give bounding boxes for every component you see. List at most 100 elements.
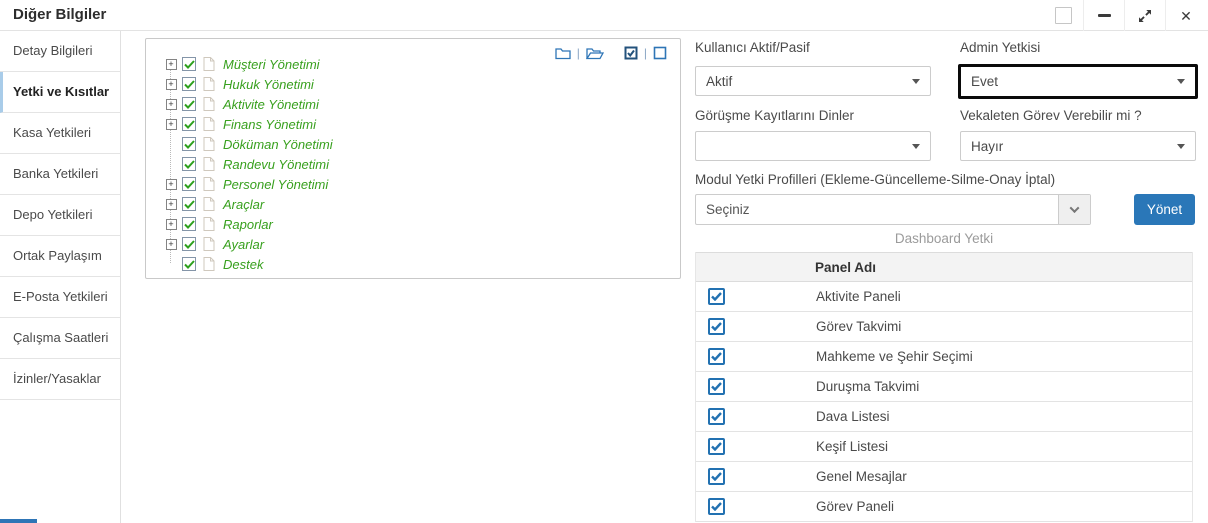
select-admin-yetkisi[interactable]: Evet (958, 64, 1198, 99)
tree-checkbox-checked[interactable] (182, 117, 196, 131)
tree-item-raporlar[interactable]: + Raporlar (160, 214, 333, 234)
dashboard-table-body: Aktivite Paneli Görev Takvimi Mahkeme ve… (696, 282, 1192, 522)
tree-item-musteri-yonetimi[interactable]: + Müşteri Yönetimi (160, 54, 333, 74)
maximize-button[interactable] (1125, 0, 1165, 31)
page-title: Diğer Bilgiler (13, 6, 107, 23)
tree-checkbox-checked[interactable] (182, 197, 196, 211)
expand-plus-icon[interactable]: + (165, 178, 177, 190)
chevron-down-icon (1069, 203, 1080, 214)
divider: | (576, 46, 580, 60)
uncheck-all-icon[interactable] (653, 46, 667, 60)
panel-checkbox-checked[interactable] (708, 378, 725, 395)
table-row-gorev-paneli: Görev Paneli (696, 492, 1192, 522)
label-admin-yetkisi: Admin Yetkisi (960, 40, 1041, 55)
bottom-left-accent (0, 519, 37, 523)
tree-checkbox-checked[interactable] (182, 217, 196, 231)
tree-item-araclar[interactable]: + Araçlar (160, 194, 333, 214)
table-row-aktivite-paneli: Aktivite Paneli (696, 282, 1192, 312)
tree-checkbox-checked[interactable] (182, 137, 196, 151)
sidebar-item-yetki-ve-kisitlar[interactable]: Yetki ve Kısıtlar (0, 72, 120, 113)
close-button[interactable]: ✕ (1166, 0, 1206, 31)
panel-checkbox-checked[interactable] (708, 348, 725, 365)
sidebar-item-e-posta-yetkileri[interactable]: E-Posta Yetkileri (0, 277, 120, 318)
table-row-gorev-takvimi: Görev Takvimi (696, 312, 1192, 342)
panel-checkbox-checked[interactable] (708, 408, 725, 425)
tree-item-personel-yonetimi[interactable]: + Personel Yönetimi (160, 174, 333, 194)
sidebar-item-calisma-saatleri[interactable]: Çalışma Saatleri (0, 318, 120, 359)
table-row-dava-listesi: Dava Listesi (696, 402, 1192, 432)
expand-plus-icon[interactable]: + (165, 78, 177, 90)
popout-button[interactable] (1043, 0, 1083, 31)
tree-checkbox-checked[interactable] (182, 77, 196, 91)
minimize-icon (1097, 14, 1111, 17)
panel-checkbox-checked[interactable] (708, 468, 725, 485)
check-all-icon[interactable] (624, 46, 638, 60)
folder-open-icon[interactable] (585, 46, 604, 60)
permission-tree-panel: | | + Müşteri Yönetimi + Hukuk Yönetimi … (145, 38, 681, 279)
tree-item-randevu-yonetimi[interactable]: Randevu Yönetimi (160, 154, 333, 174)
panel-checkbox-checked[interactable] (708, 498, 725, 515)
tree-item-dokuman-yonetimi[interactable]: Döküman Yönetimi (160, 134, 333, 154)
tree-item-aktivite-yonetimi[interactable]: + Aktivite Yönetimi (160, 94, 333, 114)
sidebar-item-kasa-yetkileri[interactable]: Kasa Yetkileri (0, 113, 120, 154)
tree-item-hukuk-yonetimi[interactable]: + Hukuk Yönetimi (160, 74, 333, 94)
table-row-durusma-takvimi: Duruşma Takvimi (696, 372, 1192, 402)
label-modul-yetki-profilleri: Modul Yetki Profilleri (Ekleme-Güncellem… (695, 172, 1056, 187)
label-gorusme-kayitlarini-dinler: Görüşme Kayıtlarını Dinler (695, 108, 855, 123)
tree-checkbox-checked[interactable] (182, 257, 196, 271)
dropdown-caret-icon (1177, 79, 1185, 84)
select2-caret-button[interactable] (1058, 195, 1090, 224)
yonet-button[interactable]: Yönet (1134, 194, 1195, 225)
select-kullanici-aktif-pasif[interactable]: Aktif (695, 66, 931, 96)
dashboard-yetki-title: Dashboard Yetki (894, 231, 994, 246)
tree-item-destek[interactable]: Destek (160, 254, 333, 274)
page-icon (203, 197, 215, 211)
page-icon (203, 157, 215, 171)
select-gorusme-kayitlarini-dinler[interactable] (695, 131, 931, 161)
select-placeholder: Seçiniz (706, 202, 750, 217)
expand-plus-icon[interactable]: + (165, 218, 177, 230)
sidebar-item-banka-yetkileri[interactable]: Banka Yetkileri (0, 154, 120, 195)
tree-checkbox-checked[interactable] (182, 97, 196, 111)
sidebar-item-detay-bilgileri[interactable]: Detay Bilgileri (0, 31, 120, 72)
sidebar: Detay Bilgileri Yetki ve Kısıtlar Kasa Yet… (0, 31, 121, 523)
panel-checkbox-checked[interactable] (708, 288, 725, 305)
tree-item-finans-yonetimi[interactable]: + Finans Yönetimi (160, 114, 333, 134)
tree-checkbox-checked[interactable] (182, 237, 196, 251)
table-row-kesif-listesi: Keşif Listesi (696, 432, 1192, 462)
sidebar-item-i-zinler-yasaklar[interactable]: İzinler/Yasaklar (0, 359, 120, 400)
expand-plus-icon[interactable]: + (165, 118, 177, 130)
table-row-genel-mesajlar: Genel Mesajlar (696, 462, 1192, 492)
page-icon (203, 137, 215, 151)
select-vekaleten-gorev-verebilir[interactable]: Hayır (960, 131, 1196, 161)
window-controls: ✕ (1043, 0, 1206, 31)
select-modul-yetki-profilleri[interactable]: Seçiniz (695, 194, 1091, 225)
maximize-icon (1139, 9, 1151, 22)
expand-plus-icon[interactable]: + (165, 238, 177, 250)
expand-plus-icon[interactable]: + (165, 198, 177, 210)
window-header: Diğer Bilgiler ✕ (0, 0, 1208, 31)
page-icon (203, 217, 215, 231)
divider: | (643, 46, 647, 60)
minimize-button[interactable] (1084, 0, 1124, 31)
label-kullanici-aktif-pasif: Kullanıcı Aktif/Pasif (695, 40, 810, 55)
expand-plus-icon[interactable]: + (165, 58, 177, 70)
page-icon (203, 177, 215, 191)
sidebar-item-depo-yetkileri[interactable]: Depo Yetkileri (0, 195, 120, 236)
page-icon (203, 77, 215, 91)
label-vekaleten-gorev-verebilir: Vekaleten Görev Verebilir mi ? (960, 108, 1142, 123)
tree-checkbox-checked[interactable] (182, 57, 196, 71)
folder-closed-icon[interactable] (555, 46, 571, 60)
expand-plus-icon[interactable]: + (165, 98, 177, 110)
tree-checkbox-checked[interactable] (182, 177, 196, 191)
panel-checkbox-checked[interactable] (708, 318, 725, 335)
page-icon (203, 257, 215, 271)
page-icon (203, 97, 215, 111)
tree-item-ayarlar[interactable]: + Ayarlar (160, 234, 333, 254)
tree-checkbox-checked[interactable] (182, 157, 196, 171)
panel-checkbox-checked[interactable] (708, 438, 725, 455)
sidebar-item-ortak-paylasim[interactable]: Ortak Paylaşım (0, 236, 120, 277)
column-header-panel-adi: Panel Adı (815, 259, 877, 275)
page-icon (203, 117, 215, 131)
dropdown-caret-icon (912, 143, 920, 149)
